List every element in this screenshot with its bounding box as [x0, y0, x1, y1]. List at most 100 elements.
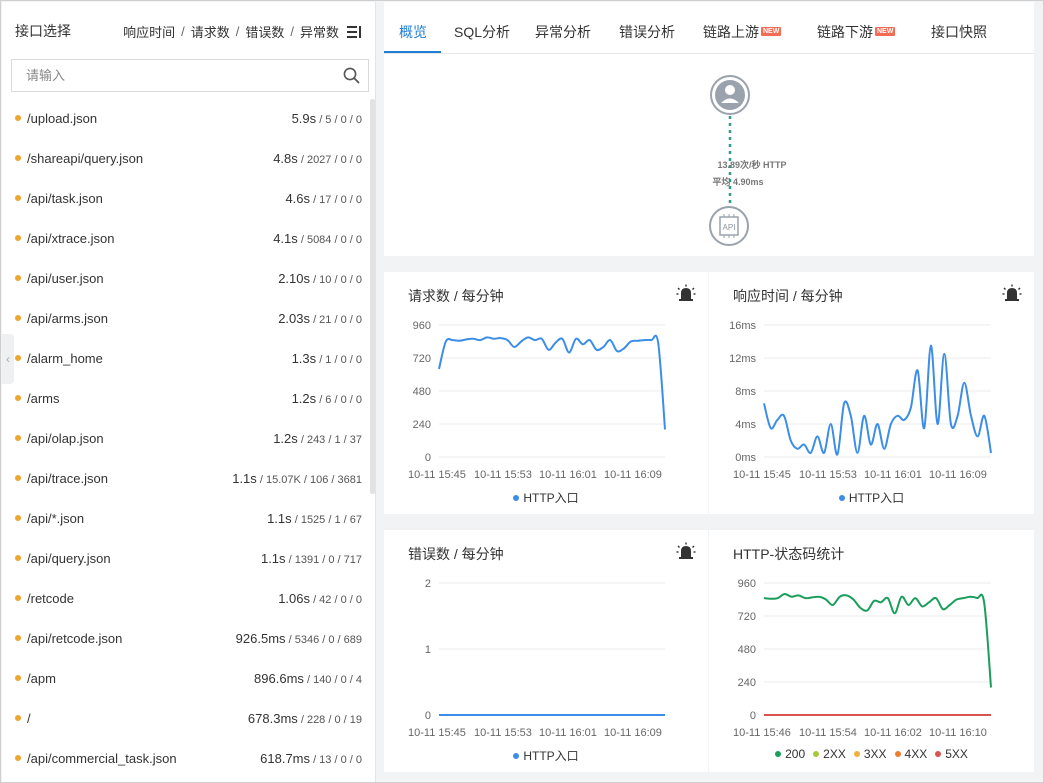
y-tick-label: 12ms — [729, 353, 756, 365]
status-dot — [15, 315, 21, 321]
legend-marker — [935, 751, 942, 757]
list-item[interactable]: / 678.3ms / 228 / 0 / 19 — [2, 699, 375, 739]
interface-name: /api/trace.json — [27, 471, 108, 486]
list-item[interactable]: /api/arms.json 2.03s / 21 / 0 / 0 — [2, 299, 375, 339]
status-dot — [15, 275, 21, 281]
tab-2[interactable]: SQL分析 — [454, 22, 510, 42]
interface-name: /api/retcode.json — [27, 631, 123, 646]
y-tick-label: 480 — [413, 386, 431, 398]
interface-name: /api/query.json — [27, 551, 111, 566]
interface-counts: / 42 / 0 / 0 — [310, 594, 362, 606]
legend-item[interactable]: 4XX — [894, 747, 927, 761]
edge-rate-label: 13.89次/秒 HTTP — [717, 159, 786, 170]
sort-requests[interactable]: 请求数 — [191, 22, 230, 41]
response-time-chart-panel: 响应时间 / 每分钟 16ms 12ms 8ms 4ms 0ms 10-11 15:45 10… — [709, 272, 1034, 514]
list-item[interactable]: /alarm_home 1.3s / 1 / 0 / 0 — [2, 339, 375, 379]
interface-counts: / 5346 / 0 / 689 — [285, 634, 362, 646]
interface-counts: / 1 / 0 / 0 — [316, 354, 362, 366]
sort-separator: / — [290, 24, 294, 39]
user-icon[interactable] — [710, 75, 750, 115]
legend-item[interactable]: HTTP入口 — [838, 489, 904, 506]
list-item[interactable]: /apm 896.6ms / 140 / 0 / 4 — [2, 659, 375, 699]
list-item[interactable]: /api/commercial_task.json 618.7ms / 13 / … — [2, 739, 375, 779]
tab-6[interactable]: 链路下游 NEW — [817, 22, 896, 42]
x-tick-label: 10-11 16:09 — [929, 469, 987, 481]
search-input[interactable] — [12, 60, 312, 91]
list-item[interactable]: /api/trace.json 1.1s / 15.07K / 106 / 368… — [2, 459, 375, 499]
list-item[interactable]: /api/xtrace.json 4.1s / 5084 / 0 / 0 — [2, 219, 375, 259]
tab-1[interactable]: 概览 — [399, 22, 427, 42]
legend-item[interactable]: 2XX — [813, 747, 846, 761]
interface-counts: / 228 / 0 / 19 — [297, 714, 362, 726]
legend-marker — [775, 751, 782, 757]
search-icon[interactable] — [343, 67, 360, 84]
legend-item[interactable]: 3XX — [853, 747, 887, 761]
new-badge: NEW — [875, 27, 896, 36]
interface-stats: 1.1s / 1525 / 1 / 67 — [267, 511, 362, 526]
interface-counts: / 10 / 0 / 0 — [310, 274, 362, 286]
sort-response-time[interactable]: 响应时间 — [123, 22, 175, 41]
legend-item[interactable]: HTTP入口 — [513, 747, 579, 764]
series-line[interactable] — [438, 334, 666, 430]
interface-response-time: 4.8s — [273, 151, 298, 166]
sort-bar: 响应时间 / 请求数 / 错误数 / 异常数 — [123, 22, 363, 41]
tab-5[interactable]: 链路上游 NEW — [703, 22, 782, 42]
interface-response-time: 1.2s — [291, 391, 317, 406]
interface-stats: 1.1s / 1391 / 0 / 717 — [261, 551, 362, 566]
tab-label: 接口快照 — [931, 24, 987, 40]
list-item[interactable]: /api/task.json 4.6s / 17 / 0 / 0 — [2, 179, 375, 219]
y-tick-label: 8ms — [735, 386, 756, 398]
interface-counts: / 5 / 0 / 0 — [316, 114, 362, 126]
series-line[interactable] — [763, 344, 992, 456]
sidebar-header: 接口选择 响应时间 / 请求数 / 错误数 / 异常数 — [2, 2, 375, 58]
chart-plot: 16ms 12ms 8ms 4ms 0ms 10-11 15:45 10-11 15:53 1… — [729, 320, 992, 481]
chart-plot: 960 720 480 240 0 10-11 15:46 10-11 15:54 10-11… — [733, 578, 992, 739]
tab-3[interactable]: 异常分析 — [535, 22, 591, 42]
list-item[interactable]: /arms 1.2s / 6 / 0 / 0 — [2, 379, 375, 419]
y-tick-label: 4ms — [735, 419, 756, 431]
list-item[interactable]: /api/retcode.json 926.5ms / 5346 / 0 / 68… — [2, 619, 375, 659]
legend-label: 2XX — [823, 747, 846, 761]
status-dot — [15, 115, 21, 121]
list-item[interactable]: /api/query.json 1.1s / 1391 / 0 / 717 — [2, 539, 375, 579]
list-item[interactable]: /api/*.json 1.1s / 1525 / 1 / 67 — [2, 499, 375, 539]
interface-stats: 1.06s / 42 / 0 / 0 — [278, 591, 362, 606]
legend-item[interactable]: 5XX — [935, 747, 968, 761]
api-chip-icon[interactable]: API — [709, 206, 749, 246]
list-scrollbar[interactable] — [370, 99, 375, 494]
interface-response-time: 896.6ms — [254, 671, 304, 686]
list-item[interactable]: /retcode 1.06s / 42 / 0 / 0 — [2, 579, 375, 619]
tab-7[interactable]: 接口快照 — [931, 22, 987, 42]
legend-item[interactable]: HTTP入口 — [513, 489, 579, 506]
x-tick-label: 10-11 16:02 — [864, 727, 922, 739]
status-dot — [15, 555, 21, 561]
list-menu-icon[interactable] — [347, 25, 363, 39]
x-tick-label: 10-11 15:53 — [799, 469, 857, 481]
status-code-chart-panel: HTTP-状态码统计 960 720 480 240 0 10-11 15:46 10-11 … — [709, 530, 1034, 772]
y-tick-label: 16ms — [729, 320, 756, 332]
legend-item[interactable]: 200 — [775, 747, 805, 761]
status-dot — [15, 515, 21, 521]
interface-counts: / 17 / 0 / 0 — [310, 194, 362, 206]
list-item[interactable]: /api/olap.json 1.2s / 243 / 1 / 37 — [2, 419, 375, 459]
interface-stats: 618.7ms / 13 / 0 / 0 — [260, 751, 362, 766]
legend-label: 5XX — [945, 747, 968, 761]
sidebar-title: 接口选择 — [15, 23, 71, 39]
tab-4[interactable]: 错误分析 — [619, 22, 675, 42]
sort-errors[interactable]: 错误数 — [245, 22, 284, 41]
status-dot — [15, 195, 21, 201]
y-tick-label: 0ms — [735, 452, 756, 464]
tab-bar: 概览 SQL分析 异常分析 错误分析 链路上游 NEW 链路下游 NEW 接口快照 — [384, 2, 1034, 54]
list-item[interactable]: /shareapi/query.json 4.8s / 2027 / 0 / 0 — [2, 139, 375, 179]
interface-response-time: 2.03s — [278, 311, 311, 326]
sort-exceptions[interactable]: 异常数 — [300, 22, 339, 41]
list-item[interactable]: /api/user.json 2.10s / 10 / 0 / 0 — [2, 259, 375, 299]
topology-panel: 13.89次/秒 HTTP 平均 4.90ms API — [384, 54, 1034, 256]
series-line[interactable] — [763, 593, 992, 688]
y-tick-label: 720 — [738, 611, 756, 623]
list-item[interactable]: /upload.json 5.9s / 5 / 0 / 0 — [2, 99, 375, 139]
interface-counts: / 6 / 0 / 0 — [316, 394, 362, 406]
collapse-handle[interactable]: ‹ — [2, 334, 14, 384]
chart-legend: HTTP入口 — [384, 489, 708, 506]
x-tick-label: 10-11 15:45 — [408, 727, 466, 739]
